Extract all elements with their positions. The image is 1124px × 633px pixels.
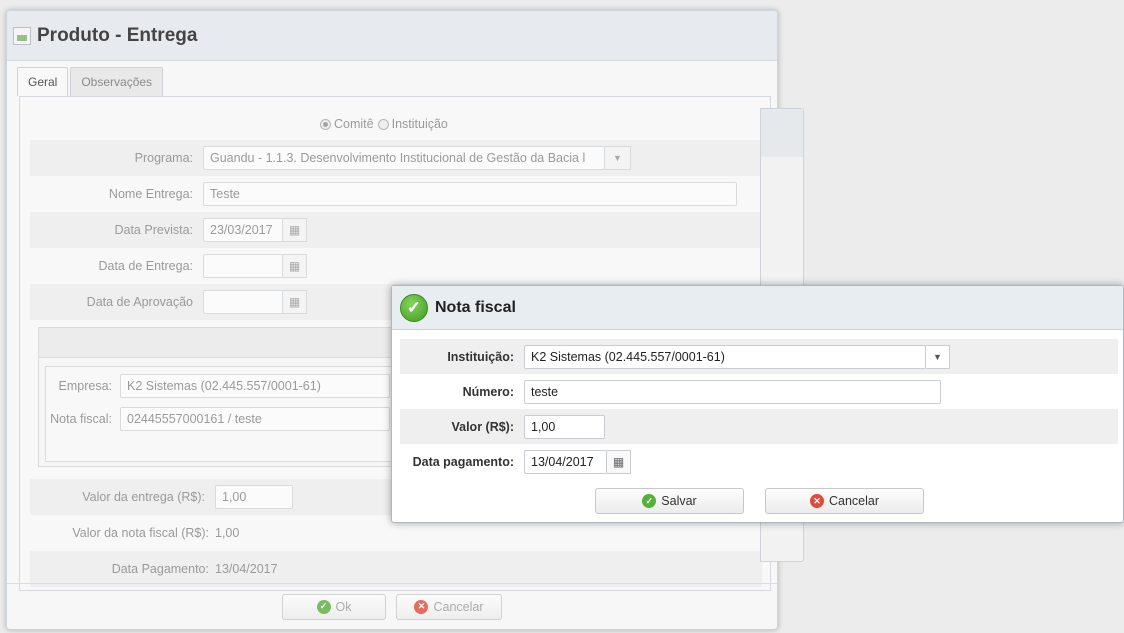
data-pagamento-row: Data Pagamento: 13/04/2017 — [30, 551, 762, 587]
data-entrega-input[interactable] — [203, 254, 283, 278]
tab-observacoes[interactable]: Observações — [70, 67, 164, 96]
numero-label: Número: — [462, 384, 514, 399]
save-button-label: Salvar — [661, 494, 697, 508]
invoice-box-header — [39, 328, 407, 358]
empresa-field: K2 Sistemas (02.445.557/0001-61) — [120, 374, 390, 398]
check-circle-icon: ✓ — [642, 494, 657, 508]
calendar-icon[interactable]: ▦ — [283, 218, 307, 242]
check-circle-icon: ✓ — [400, 293, 428, 322]
empresa-row: Empresa: K2 Sistemas (02.445.557/0001-61… — [52, 372, 390, 400]
radio-instituicao-label: Instituição — [391, 117, 448, 131]
save-button[interactable]: ✓ Salvar — [595, 488, 744, 514]
empresa-label: Empresa: — [58, 379, 113, 393]
programa-select[interactable]: Guandu - 1.1.3. Desenvolvimento Instituc… — [203, 146, 605, 170]
numero-row: Número: teste — [400, 374, 1118, 409]
data-pagamento-modal-label: Data pagamento: — [412, 454, 514, 469]
numero-input[interactable]: teste — [524, 379, 941, 404]
nome-input[interactable]: Teste — [203, 182, 737, 206]
cancel-button[interactable]: ✕ Cancelar — [396, 593, 502, 620]
instituicao-row: Instituição: K2 Sistemas (02.445.557/000… — [400, 339, 1118, 374]
chevron-down-icon[interactable]: ▼ — [605, 146, 631, 170]
data-entrega-row: Data de Entrega: ▦ — [30, 248, 762, 284]
invoice-details: Empresa: K2 Sistemas (02.445.557/0001-61… — [45, 366, 401, 462]
chevron-down-icon[interactable]: ▼ — [926, 344, 950, 369]
data-prevista-input[interactable]: 23/03/2017 — [203, 218, 283, 242]
ok-button[interactable]: ✓ Ok — [282, 593, 386, 620]
valor-row: Valor (R$): 1,00 — [400, 409, 1118, 444]
dialog-actions: ✓ Salvar ✕ Cancelar — [595, 488, 924, 514]
tab-bar: Geral Observações — [17, 67, 165, 96]
programa-row: Programa: Guandu - 1.1.3. Desenvolviment… — [30, 140, 762, 176]
window-title: Produto - Entrega — [37, 24, 198, 46]
tab-geral[interactable]: Geral — [17, 67, 69, 96]
calendar-icon[interactable]: ▦ — [283, 254, 307, 278]
invoice-box: Empresa: K2 Sistemas (02.445.557/0001-61… — [38, 327, 408, 467]
nota-field: 02445557000161 / teste — [120, 407, 390, 431]
valor-nota-value: 1,00 — [215, 526, 240, 540]
dialog-header: ✓ Nota fiscal — [392, 286, 1123, 330]
data-prevista-label: Data Prevista: — [114, 223, 193, 237]
data-entrega-label: Data de Entrega: — [98, 259, 193, 273]
radio-comite-label: Comitê — [334, 117, 374, 131]
ok-button-label: Ok — [335, 599, 352, 614]
window-titlebar: Produto - Entrega — [7, 11, 777, 61]
valor-entrega-label: Valor da entrega (R$): — [82, 490, 205, 504]
valor-input[interactable]: 1,00 — [524, 414, 605, 439]
data-pagamento-label: Data Pagamento: — [111, 562, 209, 576]
calendar-icon[interactable]: ▦ — [283, 290, 307, 314]
instituicao-select[interactable]: K2 Sistemas (02.445.557/0001-61) — [524, 344, 926, 369]
nota-label: Nota fiscal: — [50, 412, 112, 426]
check-circle-icon: ✓ — [316, 599, 331, 614]
nome-label: Nome Entrega: — [108, 187, 193, 201]
radio-instituicao[interactable] — [377, 118, 389, 130]
dialog-cancel-label: Cancelar — [828, 494, 880, 508]
calendar-icon[interactable]: ▦ — [607, 449, 631, 474]
nome-row: Nome Entrega: Teste — [30, 176, 762, 212]
x-circle-icon: ✕ — [414, 599, 429, 614]
valor-nota-label: Valor da nota fiscal (R$): — [72, 526, 209, 540]
broken-image-icon — [13, 26, 31, 45]
data-prevista-row: Data Prevista: 23/03/2017 ▦ — [30, 212, 762, 248]
valor-entrega-input[interactable]: 1,00 — [215, 485, 293, 509]
data-aprovacao-label: Data de Aprovação — [86, 295, 193, 309]
data-pagamento-modal-row: Data pagamento: 13/04/2017 ▦ — [400, 444, 1118, 479]
cancel-button-label: Cancelar — [433, 599, 484, 614]
instituicao-label: Instituição: — [447, 349, 514, 364]
data-pagamento-value: 13/04/2017 — [215, 562, 278, 576]
type-radio-group: Comitê Instituição — [320, 117, 448, 131]
window-footer: ✓ Ok ✕ Cancelar — [7, 583, 777, 629]
radio-comite[interactable] — [320, 118, 331, 130]
programa-label: Programa: — [134, 151, 193, 165]
ghost-window-header — [761, 109, 803, 157]
data-aprovacao-input[interactable] — [203, 290, 283, 314]
valor-label: Valor (R$): — [451, 419, 514, 434]
nota-row: Nota fiscal: 02445557000161 / teste — [46, 405, 390, 433]
data-pagamento-modal-input[interactable]: 13/04/2017 — [524, 449, 607, 474]
dialog-cancel-button[interactable]: ✕ Cancelar — [765, 488, 924, 514]
nota-fiscal-dialog: ✓ Nota fiscal Instituição: K2 Sistemas (… — [391, 285, 1124, 523]
dialog-title: Nota fiscal — [435, 298, 516, 316]
x-circle-icon: ✕ — [809, 494, 824, 508]
